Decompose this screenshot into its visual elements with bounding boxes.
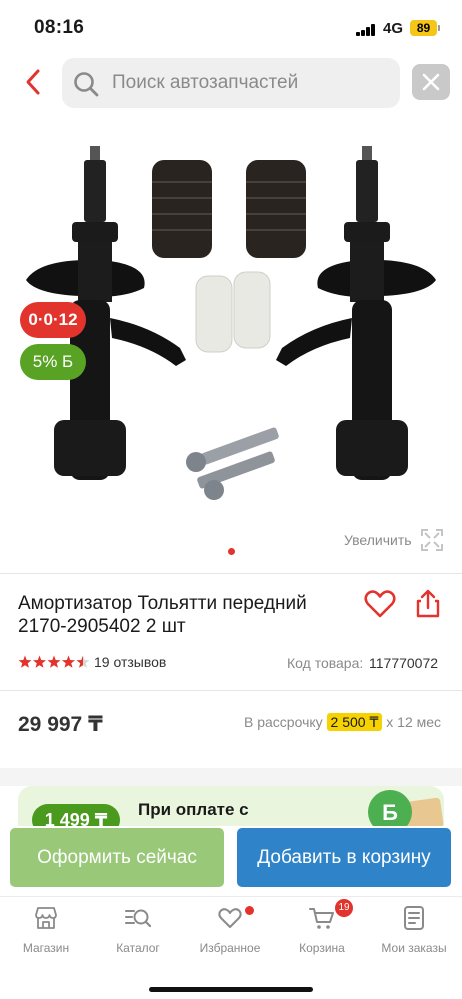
promo-text: При оплате с: [138, 800, 249, 819]
cart-icon: [309, 908, 334, 929]
back-button[interactable]: [18, 64, 50, 100]
home-indicator: [149, 987, 313, 992]
promo-card[interactable]: 1 499 ₸ При оплате с Б: [18, 786, 444, 826]
dust-boots: [152, 160, 306, 258]
orders-icon: [404, 906, 424, 930]
sku-value: 117770072: [369, 655, 439, 671]
expand-icon: [421, 529, 443, 551]
search-icon: [74, 72, 99, 97]
tab-favorites[interactable]: Избранное: [184, 905, 276, 963]
installment-prefix: В рассрочку: [244, 714, 323, 730]
cart-count-badge: 19: [335, 899, 353, 917]
divider: [0, 690, 462, 691]
bonus-badge: 5% Б: [20, 344, 86, 380]
battery-icon: 89: [410, 20, 437, 36]
network-label: 4G: [383, 20, 404, 37]
battery-tip: [438, 25, 440, 31]
heart-icon: [218, 908, 242, 928]
star-icon: [18, 655, 32, 668]
product-title-line2: 2170-2905402 2 шт: [18, 616, 186, 637]
installment-amount: 2 500 ₸: [326, 713, 383, 731]
star-icon: [47, 655, 61, 668]
tab-label: Магазин: [22, 941, 70, 955]
close-icon: [422, 73, 440, 91]
signal-icon: [356, 24, 376, 36]
star-icon: [33, 655, 46, 668]
bonus-coin-icon: Б: [368, 790, 444, 826]
sku-label: Код товара:: [287, 655, 364, 671]
promo-amount: 1 499 ₸: [32, 804, 120, 826]
shop-icon: [35, 907, 57, 929]
heart-icon: [364, 590, 396, 618]
tab-cart[interactable]: 19 Корзина: [276, 899, 368, 963]
price: 29 997 ₸: [18, 713, 103, 736]
close-button[interactable]: [412, 64, 450, 100]
svg-text:Б: Б: [382, 800, 398, 825]
status-bar: 08:16 4G 89: [0, 0, 462, 56]
catalog-search-icon: [125, 909, 151, 928]
tab-label: Мои заказы: [381, 941, 447, 955]
share-icon: [416, 589, 440, 618]
rating-stars: [18, 655, 90, 668]
product-image[interactable]: [0, 120, 462, 560]
order-now-button[interactable]: Оформить сейчас: [10, 828, 224, 887]
tab-orders[interactable]: Мои заказы: [368, 905, 460, 963]
installment-badge: 0·0·12: [20, 302, 86, 338]
tab-label: Каталог: [116, 941, 160, 955]
installment-suffix: x 12 мес: [386, 714, 442, 730]
reviews-link[interactable]: 19 отзывов: [94, 654, 166, 670]
tab-label: Избранное: [199, 941, 261, 955]
product-title-line1: Амортизатор Тольятти передний: [18, 593, 307, 614]
tab-shop[interactable]: Магазин: [0, 905, 92, 963]
bump-stops: [195, 271, 271, 353]
carousel-indicator: [228, 548, 235, 555]
tab-bar: Магазин Каталог Избранное 19 Корзина Мои…: [0, 896, 462, 999]
star-icon: [62, 655, 75, 668]
chevron-left-icon: [26, 69, 40, 95]
camber-bolts: [186, 427, 279, 500]
tab-label: Корзина: [299, 941, 345, 955]
search-field[interactable]: [62, 58, 400, 108]
product-title: Амортизатор Тольятти передний 2170-29054…: [18, 592, 360, 638]
share-button[interactable]: [410, 586, 446, 622]
star-icon: [76, 655, 90, 668]
favorite-button[interactable]: [362, 586, 398, 622]
notification-dot: [245, 906, 254, 915]
search-header: [0, 56, 462, 112]
divider: [0, 573, 462, 574]
add-to-cart-button[interactable]: Добавить в корзину: [237, 828, 451, 887]
section-separator: [0, 768, 462, 786]
search-input[interactable]: [112, 72, 392, 94]
installment-info: В рассрочку 2 500 ₸ x 12 мес: [244, 713, 442, 731]
status-time: 08:16: [34, 17, 85, 38]
action-bar: Оформить сейчас Добавить в корзину: [0, 826, 462, 896]
zoom-label: Увеличить: [344, 532, 412, 548]
tab-catalog[interactable]: Каталог: [92, 905, 184, 963]
